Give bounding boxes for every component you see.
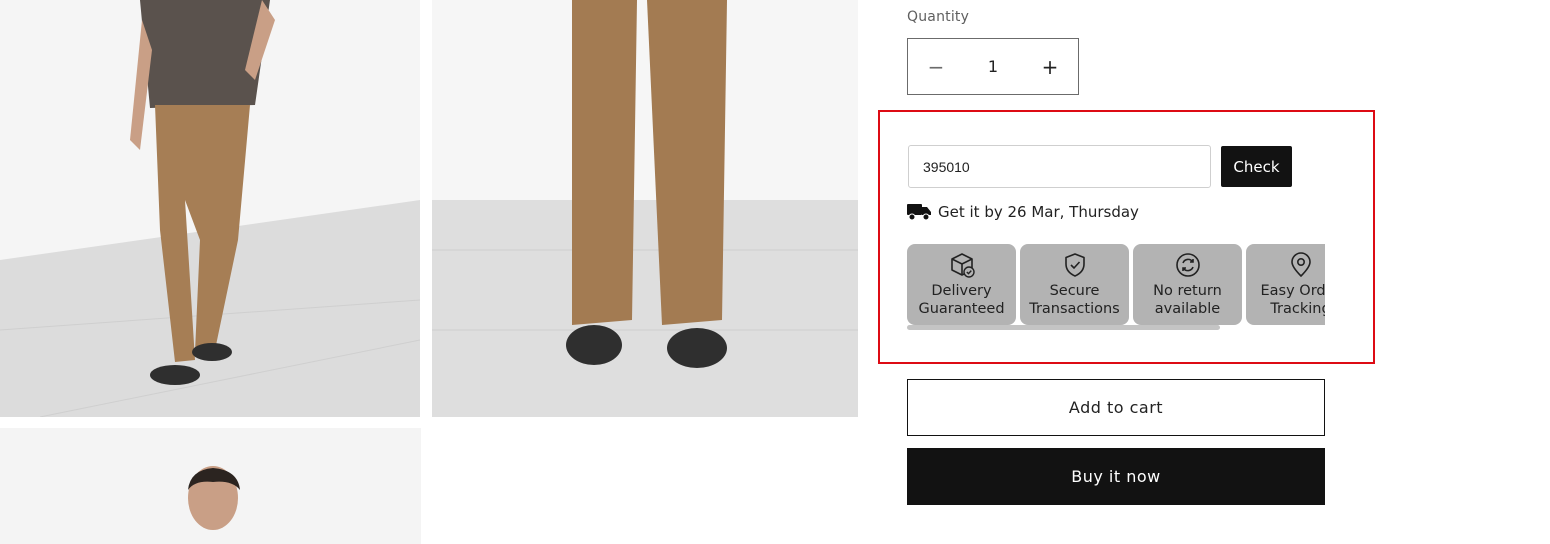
feature-label-line1: No return [1153,283,1222,299]
product-photo-graphic [432,0,858,417]
shield-check-icon [1064,253,1085,277]
product-photo-graphic [0,0,420,417]
quantity-stepper: − 1 + [907,38,1079,95]
package-check-icon [950,253,975,278]
location-pin-icon [1290,252,1311,277]
delivery-date-text: Get it by 26 Mar, Thursday [938,203,1139,221]
feature-card-returns: No return available [1133,244,1242,325]
truck-icon [907,203,932,221]
features-carousel[interactable]: Delivery Guaranteed Secure Transactions … [907,244,1325,334]
feature-label-line1: Secure [1049,283,1100,299]
product-image-front-walking[interactable] [0,0,420,417]
feature-label-line2: Guaranteed [918,301,1005,317]
buy-now-button[interactable]: Buy it now [907,448,1325,505]
quantity-decrease-button[interactable]: − [908,39,964,94]
feature-card-secure: Secure Transactions [1020,244,1129,325]
quantity-label: Quantity [907,9,970,25]
refresh-icon [1175,253,1200,277]
feature-label-line2: Transactions [1029,301,1120,317]
pincode-input[interactable] [908,145,1211,188]
feature-label-line2: Tracking [1270,301,1325,317]
product-photo-graphic [0,428,421,544]
feature-card-tracking: Easy Order Tracking [1246,244,1325,325]
feature-label-line2: available [1154,301,1221,317]
delivery-estimate: Get it by 26 Mar, Thursday [907,203,1139,221]
add-to-cart-button[interactable]: Add to cart [907,379,1325,436]
features-scrollbar[interactable] [907,325,1220,330]
check-button[interactable]: Check [1221,146,1292,187]
feature-label-line1: Delivery [931,283,992,299]
feature-label-line1: Easy Order [1260,283,1326,299]
quantity-increase-button[interactable]: + [1022,39,1078,94]
product-image-back-view[interactable] [432,0,858,417]
product-image-portrait[interactable] [0,428,421,544]
quantity-input[interactable]: 1 [964,57,1022,76]
feature-card-delivery: Delivery Guaranteed [907,244,1016,325]
